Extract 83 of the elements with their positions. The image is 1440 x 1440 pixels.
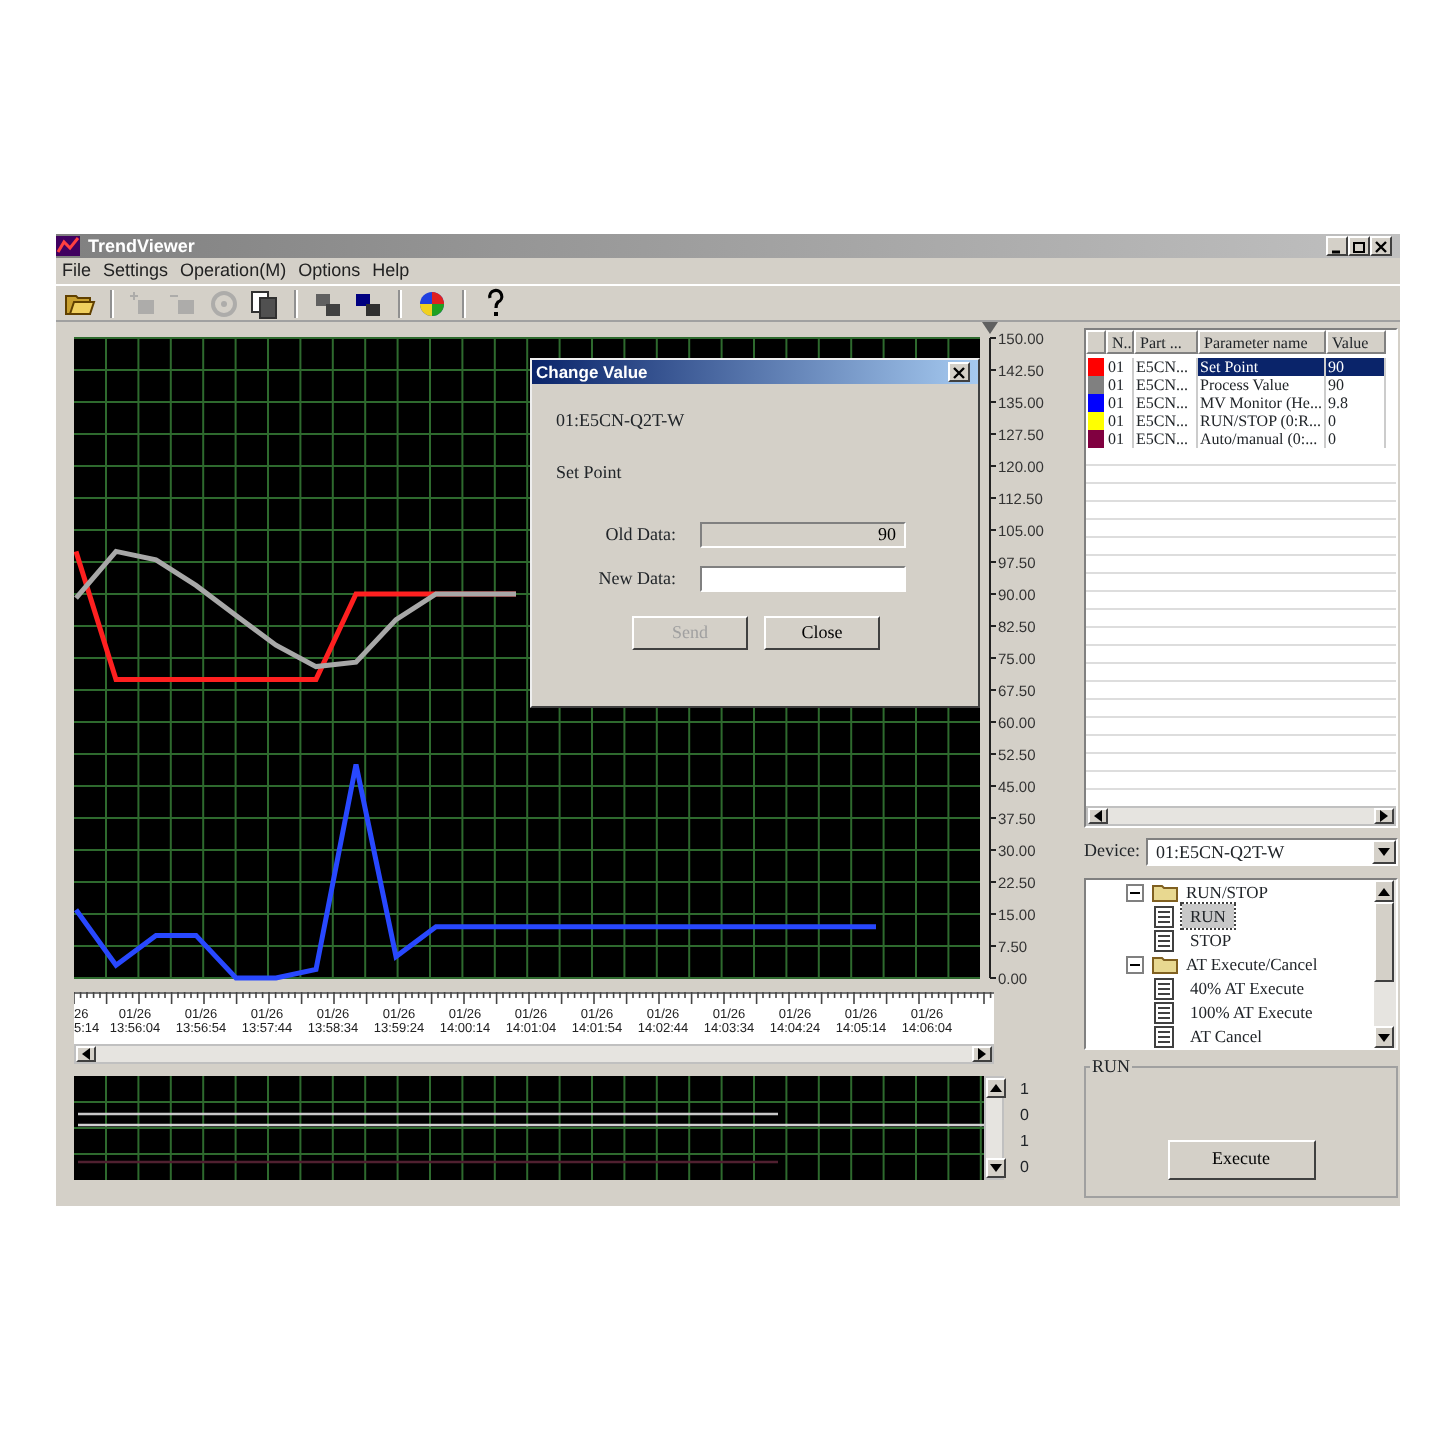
table-cell: E5CN...	[1134, 376, 1198, 394]
axis-label: 1	[1020, 1129, 1029, 1153]
vertical-scrollbar[interactable]	[984, 1076, 1004, 1180]
field-label: New Data:	[596, 565, 676, 591]
device-dropdown[interactable]: 01:E5CN-Q2T-W	[1145, 838, 1398, 866]
tree-item[interactable]: RUN/STOP	[1126, 880, 1374, 904]
collapse-icon[interactable]	[1126, 883, 1144, 901]
table-row[interactable]: 01 E5CN... RUN/STOP (0:R... 0	[1086, 412, 1396, 430]
menu-item[interactable]: Help	[366, 258, 416, 284]
table-cell: 01	[1106, 412, 1134, 430]
device-label: Device:	[1084, 838, 1140, 865]
document-icon	[1154, 929, 1174, 951]
input-field[interactable]	[700, 565, 906, 592]
group-title: RUN	[1090, 1054, 1133, 1078]
left-arrow-icon[interactable]	[82, 1048, 90, 1060]
tree-item[interactable]: 40% AT Execute	[1182, 976, 1312, 1000]
horizontal-scrollbar[interactable]	[74, 1044, 994, 1064]
table-cell: E5CN...	[1134, 412, 1198, 430]
up-arrow-icon[interactable]	[990, 1084, 1002, 1092]
table-row[interactable]: 01 E5CN... MV Monitor (He... 9.8	[1086, 394, 1396, 412]
document-icon[interactable]	[248, 287, 280, 319]
device-text: 01:E5CN-Q2T-W	[556, 408, 687, 434]
dialog-button[interactable]: Close	[764, 616, 880, 650]
axis-label: 1	[1020, 1077, 1029, 1101]
menu-item[interactable]: File	[56, 258, 98, 284]
table-cell: 90	[1326, 358, 1386, 376]
execute-button[interactable]: Execute	[1167, 1140, 1315, 1180]
table-cell: 90	[1326, 376, 1386, 394]
tree-item[interactable]: AT Execute/Cancel	[1126, 952, 1374, 976]
color-wheel-icon[interactable]	[416, 287, 448, 319]
menu-item[interactable]: Settings	[97, 258, 175, 284]
table-cell: Process Value	[1198, 376, 1326, 394]
left-arrow-icon[interactable]	[1094, 810, 1102, 822]
column-header[interactable]	[1086, 330, 1106, 354]
column-header[interactable]: Parameter name	[1198, 330, 1326, 354]
window-title: TrendViewer	[88, 234, 197, 258]
axis-label: 0	[1020, 1103, 1029, 1127]
app-logo-icon	[56, 236, 80, 256]
menu-item[interactable]: Operation(M)	[174, 258, 293, 284]
menu-item[interactable]: Options	[292, 258, 367, 284]
table-cell: RUN/STOP (0:R...	[1198, 412, 1326, 430]
parameter-text: Set Point	[556, 459, 624, 485]
column-header[interactable]: Value	[1326, 330, 1386, 354]
column-header[interactable]: N..	[1106, 330, 1134, 354]
close-button[interactable]	[948, 362, 970, 382]
document-icon	[1154, 977, 1174, 999]
folder-icon	[1152, 954, 1178, 974]
table-row[interactable]: 01 E5CN... Process Value 90	[1086, 376, 1396, 394]
table-cell: 01	[1106, 358, 1134, 376]
dialog-title: Change Value	[536, 360, 650, 384]
collapse-icon[interactable]	[1126, 955, 1144, 973]
table-row[interactable]: 01 E5CN... Set Point 90	[1086, 358, 1396, 376]
table-cell: 01	[1106, 394, 1134, 412]
table-cell: Auto/manual (0:...	[1198, 430, 1326, 448]
dropdown-arrow-icon[interactable]	[1378, 848, 1390, 856]
tree-item[interactable]: RUN	[1182, 904, 1234, 928]
table-cell: 9.8	[1326, 394, 1386, 412]
document-icon	[1154, 905, 1174, 927]
right-arrow-icon[interactable]	[1380, 810, 1388, 822]
down-arrow-icon[interactable]	[990, 1164, 1002, 1172]
up-arrow-icon[interactable]	[1378, 887, 1390, 895]
table-cell: 0	[1326, 430, 1386, 448]
scale-marker-icon	[982, 322, 998, 334]
table-cell: 01	[1106, 376, 1134, 394]
horizontal-scrollbar[interactable]	[1086, 806, 1396, 826]
table-cell: MV Monitor (He...	[1198, 394, 1326, 412]
field-label: Old Data:	[603, 522, 676, 548]
tree-item[interactable]: STOP	[1182, 928, 1240, 952]
vertical-scrollbar[interactable]	[1374, 880, 1396, 1048]
down-arrow-icon[interactable]	[1378, 1033, 1390, 1041]
right-arrow-icon[interactable]	[978, 1048, 986, 1060]
table-cell: 01	[1106, 430, 1134, 448]
column-header[interactable]: Part ...	[1134, 330, 1198, 354]
table-cell: E5CN...	[1134, 430, 1198, 448]
document-icon	[1154, 1001, 1174, 1023]
axis-label: 0	[1020, 1155, 1029, 1179]
table-cell: 0	[1326, 412, 1386, 430]
tree-item[interactable]: 100% AT Execute	[1182, 1000, 1321, 1024]
folder-icon	[1152, 882, 1178, 902]
table-cell: Set Point	[1198, 358, 1326, 376]
table-row[interactable]: 01 E5CN... Auto/manual (0:... 0	[1086, 430, 1396, 448]
tree-item[interactable]: AT Cancel	[1182, 1024, 1270, 1048]
table-cell: E5CN...	[1134, 394, 1198, 412]
